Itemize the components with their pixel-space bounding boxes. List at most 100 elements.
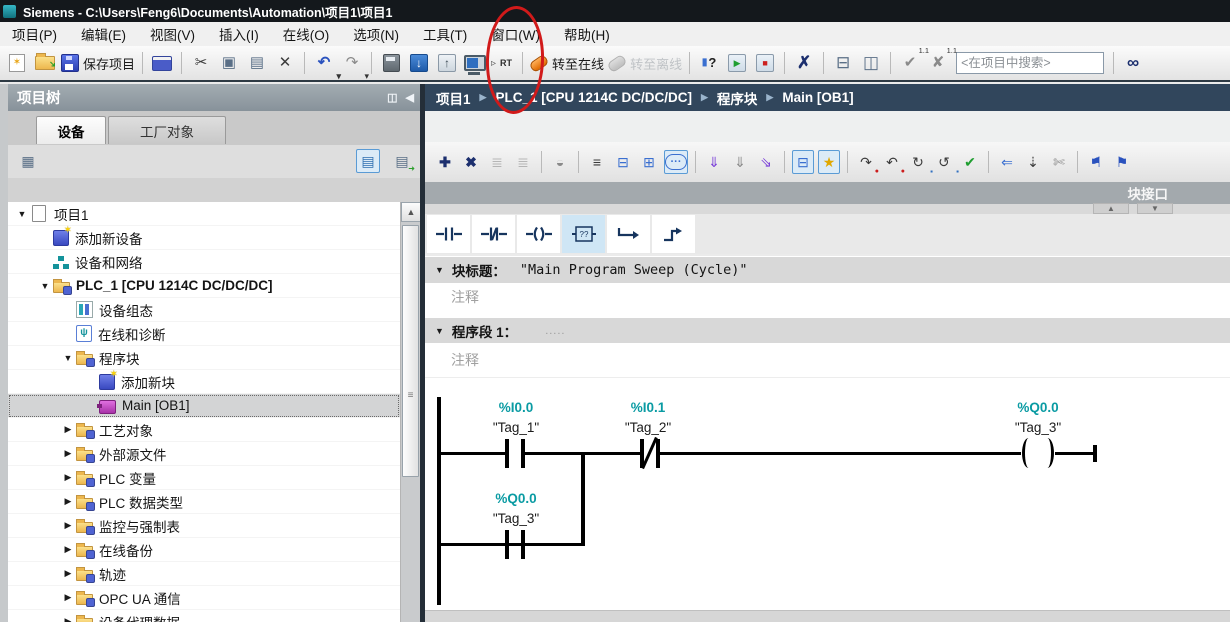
menu-view[interactable]: 视图(V) bbox=[138, 22, 207, 46]
expand-closed-icon[interactable]: ▶ bbox=[60, 616, 76, 622]
open-branch-button[interactable] bbox=[607, 215, 650, 253]
tree-item-project-root[interactable]: ▼项目1 bbox=[8, 202, 400, 226]
tree-item-external-source-files[interactable]: ▶外部源文件 bbox=[8, 442, 400, 466]
expand-closed-icon[interactable]: ▶ bbox=[60, 592, 76, 603]
network-1-title-dots[interactable]: ..... bbox=[545, 325, 565, 337]
delete-button[interactable]: ✕ bbox=[273, 50, 297, 76]
next-bookmark-button[interactable]: ⚑ bbox=[1111, 150, 1133, 174]
collapse-network-icon[interactable]: ▼ bbox=[435, 326, 444, 336]
expand-all-networks-button[interactable]: ≡ bbox=[586, 150, 608, 174]
menu-project[interactable]: 项目(P) bbox=[0, 22, 69, 46]
expand-closed-icon[interactable]: ▶ bbox=[60, 424, 76, 435]
collapse-panel-icon[interactable]: ◀ bbox=[406, 91, 414, 104]
coil-tag[interactable]: "Tag_3" bbox=[983, 420, 1093, 435]
nc-contact-element[interactable] bbox=[636, 434, 666, 472]
save-to-memory-card-button[interactable] bbox=[379, 50, 403, 76]
breadcrumb-item-0[interactable]: 项目1 bbox=[436, 88, 471, 108]
update-block-calls-button[interactable]: ↻▪ bbox=[907, 150, 929, 174]
tree-item-program-blocks[interactable]: ▼程序块 bbox=[8, 346, 400, 370]
go-offline-button[interactable]: 转至离线 bbox=[608, 50, 682, 76]
insert-row-button[interactable]: ≣ bbox=[486, 150, 508, 174]
undo-button[interactable]: ↶▾ bbox=[312, 50, 336, 76]
tree-item-opc-ua-communication[interactable]: ▶OPC UA 通信 bbox=[8, 586, 400, 610]
breadcrumb-item-2[interactable]: 程序块 bbox=[717, 88, 758, 108]
expand-closed-icon[interactable]: ▶ bbox=[60, 520, 76, 531]
expand-closed-icon[interactable]: ▶ bbox=[60, 544, 76, 555]
cut-button[interactable]: ✂ bbox=[189, 50, 213, 76]
tree-item-device-configuration[interactable]: 设备组态 bbox=[8, 298, 400, 322]
expand-closed-icon[interactable]: ▶ bbox=[60, 472, 76, 483]
menu-insert[interactable]: 插入(I) bbox=[207, 22, 271, 46]
remove-online-assignment-button[interactable]: ✘1.1 bbox=[926, 50, 950, 76]
collapse-all-networks-button[interactable]: ⊟ bbox=[612, 150, 634, 174]
open-all-networks-button[interactable]: ⊞ bbox=[638, 150, 660, 174]
contact2-address[interactable]: %I0.1 bbox=[593, 400, 703, 415]
toggle-network-comments-button[interactable]: ··· bbox=[664, 150, 688, 174]
cross-references-button[interactable]: ✗ bbox=[792, 50, 816, 76]
upload-from-device-button[interactable]: ↑ bbox=[435, 50, 459, 76]
empty-box-button[interactable]: ?? bbox=[562, 215, 605, 253]
breadcrumb-item-3[interactable]: Main [OB1] bbox=[782, 90, 853, 105]
delete-row-button[interactable]: ≣ bbox=[512, 150, 534, 174]
menu-tools[interactable]: 工具(T) bbox=[411, 22, 479, 46]
tree-item-add-new-block[interactable]: 添加新块 bbox=[8, 370, 400, 394]
tree-item-plc-data-types[interactable]: ▶PLC 数据类型 bbox=[8, 490, 400, 514]
go-online-button[interactable]: 转至在线 bbox=[530, 50, 604, 76]
expand-closed-icon[interactable]: ▶ bbox=[60, 448, 76, 459]
scrollbar-thumb[interactable]: ≡ bbox=[402, 225, 419, 477]
goto-previous-error-button[interactable]: ↶● bbox=[881, 150, 903, 174]
refresh-view-icon[interactable]: ▤➜ bbox=[390, 149, 414, 173]
redo-button[interactable]: ↷▾ bbox=[340, 50, 364, 76]
tree-item-add-new-device[interactable]: 添加新设备 bbox=[8, 226, 400, 250]
show-operand-column-button[interactable]: ⇣ bbox=[1022, 150, 1044, 174]
start-cpu-button[interactable]: ▶ bbox=[725, 50, 749, 76]
branch-contact-address[interactable]: %Q0.0 bbox=[461, 491, 571, 506]
collapse-interface-icon[interactable]: ▼ bbox=[1137, 203, 1173, 214]
open-project-button[interactable] bbox=[33, 50, 57, 76]
coil-element[interactable] bbox=[1018, 434, 1058, 472]
close-branch-button[interactable] bbox=[652, 215, 695, 253]
print-button[interactable] bbox=[150, 50, 174, 76]
coil-address[interactable]: %Q0.0 bbox=[983, 400, 1093, 415]
nc-contact-button[interactable] bbox=[472, 215, 515, 253]
breadcrumb-item-1[interactable]: PLC_1 [CPU 1214C DC/DC/DC] bbox=[495, 90, 692, 105]
copy-snapshots-to-start-values-button[interactable]: ⇘ bbox=[755, 150, 777, 174]
download-to-device-button[interactable]: ↓ bbox=[407, 50, 431, 76]
details-view-icon[interactable]: ▤ bbox=[356, 149, 380, 173]
previous-bookmark-button[interactable]: ⚑ bbox=[1085, 150, 1107, 174]
absolute-operands-toggle-button[interactable]: ⊟ bbox=[792, 150, 814, 174]
tree-item-plc-tags[interactable]: ▶PLC 变量 bbox=[8, 466, 400, 490]
contact1-address[interactable]: %I0.0 bbox=[461, 400, 571, 415]
retain-values-button[interactable]: ◒ bbox=[549, 150, 571, 174]
tree-item-traces[interactable]: ▶轨迹 bbox=[8, 562, 400, 586]
tab-plant-objects[interactable]: 工厂对象 bbox=[108, 116, 226, 144]
expand-closed-icon[interactable]: ▶ bbox=[60, 496, 76, 507]
new-project-button[interactable]: ✶ bbox=[5, 50, 29, 76]
tree-options-icon[interactable]: ▦ bbox=[16, 149, 40, 173]
synchronize-button[interactable]: ↺▪ bbox=[933, 150, 955, 174]
save-project-button[interactable]: 保存项目 bbox=[61, 50, 135, 76]
expand-open-icon[interactable]: ▼ bbox=[14, 209, 30, 219]
load-snapshots-button[interactable]: ⇓ bbox=[729, 150, 751, 174]
branch-contact-tag[interactable]: "Tag_3" bbox=[461, 511, 571, 526]
no-contact-button[interactable] bbox=[427, 215, 470, 253]
contact2-tag[interactable]: "Tag_2" bbox=[593, 420, 703, 435]
menu-help[interactable]: 帮助(H) bbox=[552, 22, 622, 46]
tree-scrollbar[interactable]: ▲ ≡ bbox=[400, 202, 421, 622]
tree-item-online-backups[interactable]: ▶在线备份 bbox=[8, 538, 400, 562]
accessible-devices-button[interactable]: ? bbox=[697, 50, 721, 76]
network-comment-field[interactable]: 注释 bbox=[425, 343, 1230, 378]
coil-button[interactable] bbox=[517, 215, 560, 253]
menu-window[interactable]: 窗口(W) bbox=[479, 22, 552, 46]
project-search-input[interactable] bbox=[956, 52, 1104, 74]
block-title-row[interactable]: ▼ 块标题： "Main Program Sweep (Cycle)" bbox=[425, 256, 1230, 283]
download-without-reinit-button[interactable]: ⇓ bbox=[703, 150, 725, 174]
start-simulation-button[interactable] bbox=[463, 50, 487, 76]
library-view-button[interactable]: ∞ bbox=[1121, 50, 1145, 76]
collapse-block-title-icon[interactable]: ▼ bbox=[435, 265, 444, 275]
tree-item-device-proxy-data[interactable]: ▶设备代理数据 bbox=[8, 610, 400, 622]
contact1-tag[interactable]: "Tag_1" bbox=[461, 420, 571, 435]
dock-panel-icon[interactable]: ◫ bbox=[387, 91, 397, 104]
expand-interface-icon[interactable]: ▲ bbox=[1093, 203, 1129, 214]
tab-devices[interactable]: 设备 bbox=[36, 116, 106, 144]
